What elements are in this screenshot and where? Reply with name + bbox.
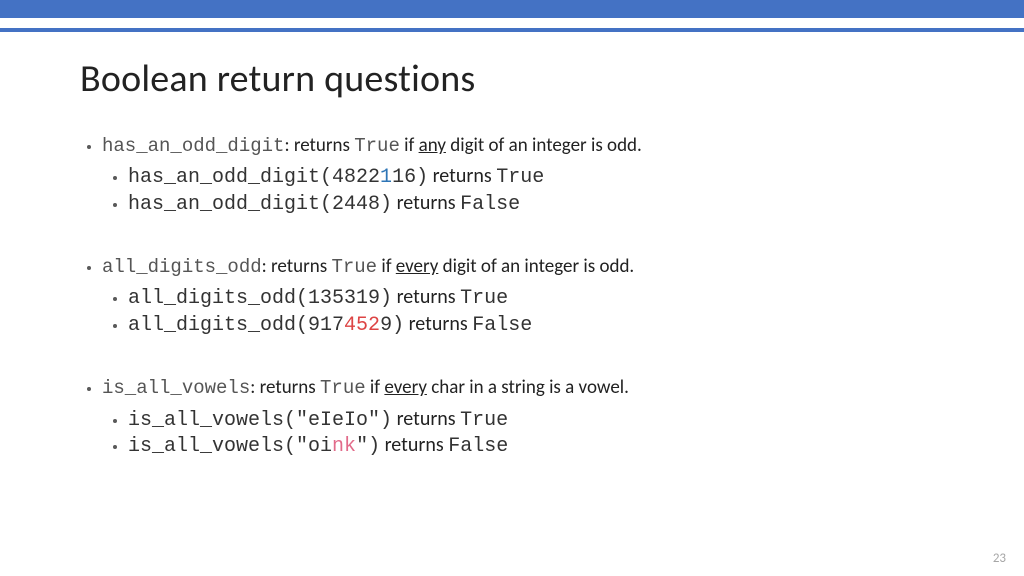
function-name: all_digits_odd [102,256,262,278]
desc-text: : returns [262,255,332,278]
example-call-tail: 9) [380,314,404,337]
list-item: all_digits_odd: returns True if every di… [102,255,964,338]
example-list: is_all_vowels("eIeIo") returns Trueis_al… [102,407,964,460]
example-call: all_digits_odd(135319) [128,287,392,310]
return-value: False [460,193,520,216]
return-value: True [460,287,508,310]
highlighted-chars: nk [332,435,356,458]
desc-text: : returns [284,134,354,157]
example-call: all_digits_odd(917 [128,314,344,337]
returns-word: returns [380,433,448,457]
desc-text: digit of an integer is odd. [438,255,634,278]
quantifier-word: any [419,134,446,157]
example-list: all_digits_odd(135319) returns Trueall_d… [102,285,964,338]
return-value: True [496,166,544,189]
quantifier-word: every [384,376,427,399]
return-value: False [472,314,532,337]
example-call: is_all_vowels("eIeIo") [128,409,392,432]
example-call: has_an_odd_digit(2448) [128,193,392,216]
highlighted-chars: 1 [380,166,392,189]
desc-text: char in a string is a vowel. [427,376,629,399]
code-true: True [331,256,377,278]
desc-text: digit of an integer is odd. [446,134,642,157]
return-value: True [460,409,508,432]
return-value: False [448,435,508,458]
item-heading: all_digits_odd: returns True if every di… [102,255,964,279]
function-name: is_all_vowels [102,377,250,399]
example-item: is_all_vowels("eIeIo") returns True [128,407,964,433]
slide-title: Boolean return questions [80,56,964,102]
example-call-tail: ") [356,435,380,458]
returns-word: returns [392,191,460,215]
example-list: has_an_odd_digit(4822116) returns Trueha… [102,164,964,217]
desc-text: if [366,376,385,399]
example-call-tail: 16) [392,166,428,189]
function-name: has_an_odd_digit [102,135,284,157]
example-item: has_an_odd_digit(4822116) returns True [128,164,964,190]
item-heading: is_all_vowels: returns True if every cha… [102,376,964,400]
returns-word: returns [392,285,460,309]
example-item: has_an_odd_digit(2448) returns False [128,191,964,217]
desc-text: : returns [250,376,320,399]
slide-content: Boolean return questions has_an_odd_digi… [80,42,964,497]
list-item: has_an_odd_digit: returns True if any di… [102,134,964,217]
returns-word: returns [392,407,460,431]
header-bar-thin [0,28,1024,32]
code-true: True [320,377,366,399]
returns-word: returns [428,164,496,188]
example-call: has_an_odd_digit(4822 [128,166,380,189]
example-item: all_digits_odd(135319) returns True [128,285,964,311]
highlighted-chars: 452 [344,314,380,337]
desc-text: if [400,134,419,157]
item-heading: has_an_odd_digit: returns True if any di… [102,134,964,158]
desc-text: if [377,255,396,278]
page-number: 23 [993,551,1006,566]
bullet-list: has_an_odd_digit: returns True if any di… [80,134,964,459]
example-item: is_all_vowels("oink") returns False [128,433,964,459]
header-bar-thick [0,0,1024,18]
returns-word: returns [404,312,472,336]
quantifier-word: every [396,255,439,278]
example-item: all_digits_odd(9174529) returns False [128,312,964,338]
code-true: True [354,135,400,157]
list-item: is_all_vowels: returns True if every cha… [102,376,964,459]
example-call: is_all_vowels("oi [128,435,332,458]
